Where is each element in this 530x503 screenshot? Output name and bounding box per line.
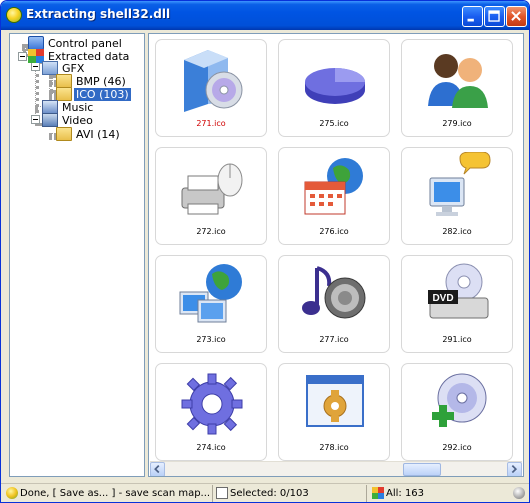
tree-item-label: BMP (46) [76,75,126,88]
icon-card[interactable]: 276.ico [278,147,390,245]
icon-label: 275.ico [319,119,349,128]
icon-label: 292.ico [442,443,472,452]
tree-item-label: Control panel [48,37,122,50]
icon-label: 291.ico [442,335,472,344]
tree-item-label: Extracted data [48,50,130,63]
svg-text:DVD: DVD [432,293,453,304]
expand-extracted-data-button[interactable] [18,52,27,61]
status-selected: Selected: 0/103 [230,488,309,499]
icon-label: 277.ico [319,335,349,344]
window-gear-icon [306,375,364,427]
printer-mouse-icon [181,163,243,215]
icon-card[interactable]: 272.ico [155,147,267,245]
icon-label: 273.ico [196,335,226,344]
app-icon [6,7,22,23]
icon-label: 282.ico [442,227,472,236]
scroll-left-button[interactable] [150,462,165,476]
software-install-icon [184,50,243,112]
icon-card[interactable]: 279.ico [401,39,513,137]
icon-card[interactable]: 271.ico [155,39,267,137]
tree-item-label: Music [62,101,94,114]
icon-label: 279.ico [442,119,472,128]
status-message: Done, [ Save as... ] - save scan map... [20,488,211,499]
all-data-icon [372,487,384,499]
checklist-icon [216,487,228,499]
icon-label: 276.ico [319,227,349,236]
gear-icon [181,373,243,435]
calendar-globe-icon [304,158,363,215]
status-bar: Done, [ Save as... ] - save scan map... … [1,483,529,502]
tree-item-label: AVI (14) [76,128,120,141]
tree-connector [49,75,53,93]
minimize-icon [467,18,474,22]
expand-video-button[interactable] [31,115,40,124]
icon-card[interactable]: 277.ico [278,255,390,353]
network-computers-icon [179,264,242,323]
gfx-icon [42,61,58,75]
app-window: Extracting shell32.dll Control panel Ext… [0,0,530,503]
tree-panel[interactable]: Control panel Extracted data GFX BMP (46… [9,33,145,477]
ico-folder-icon [56,87,72,101]
status-selected-panel: Selected: 0/103 [215,485,367,502]
avi-folder-icon [56,127,72,141]
status-app-icon [6,487,18,499]
icon-label: 278.ico [319,443,349,452]
icon-card[interactable]: 274.ico [155,363,267,461]
close-button[interactable] [506,6,527,27]
horizontal-scrollbar[interactable] [150,461,522,476]
maximize-button[interactable] [484,6,505,27]
status-all-panel: All: 163 [371,485,491,502]
scroll-right-button[interactable] [507,462,522,476]
icon-label: 272.ico [196,227,226,236]
icon-label: 271.ico [196,119,226,128]
expand-gfx-button[interactable] [31,62,40,71]
status-message-panel: Done, [ Save as... ] - save scan map... [5,485,213,502]
cd-add-icon [432,373,487,427]
icon-label: 274.ico [196,443,226,452]
tree-item-label: Video [62,114,93,127]
title-bar[interactable]: Extracting shell32.dll [1,1,529,30]
music-icon [42,100,58,114]
status-all: All: 163 [386,488,425,499]
maximize-icon [488,10,500,22]
arrow-left-icon [154,464,160,474]
status-indicator-icon [513,487,525,499]
dvd-drive-icon: DVD [428,263,489,319]
icon-card[interactable]: 278.ico [278,363,390,461]
icon-grid[interactable]: 271.ico 275.ico 279.ico 272.ico 276.ico … [148,33,524,477]
tree-item-label: ICO (103) [74,88,131,101]
monitor-chat-icon [429,152,491,216]
icon-card[interactable]: 273.ico [155,255,267,353]
icon-card[interactable]: DVD 291.ico [401,255,513,353]
arrow-right-icon [511,464,518,474]
scroll-thumb[interactable] [403,463,441,476]
icon-card[interactable]: 292.ico [401,363,513,461]
window-title: Extracting shell32.dll [26,7,171,21]
users-icon [428,54,488,108]
pie-chart-icon [305,68,365,104]
minimize-button[interactable] [462,6,483,27]
icon-card[interactable]: 282.ico [401,147,513,245]
bmp-folder-icon [56,74,72,88]
video-icon [42,113,58,127]
control-panel-icon [28,36,44,50]
icon-card[interactable]: 275.ico [278,39,390,137]
close-icon [511,11,521,21]
music-speaker-icon [302,266,366,319]
